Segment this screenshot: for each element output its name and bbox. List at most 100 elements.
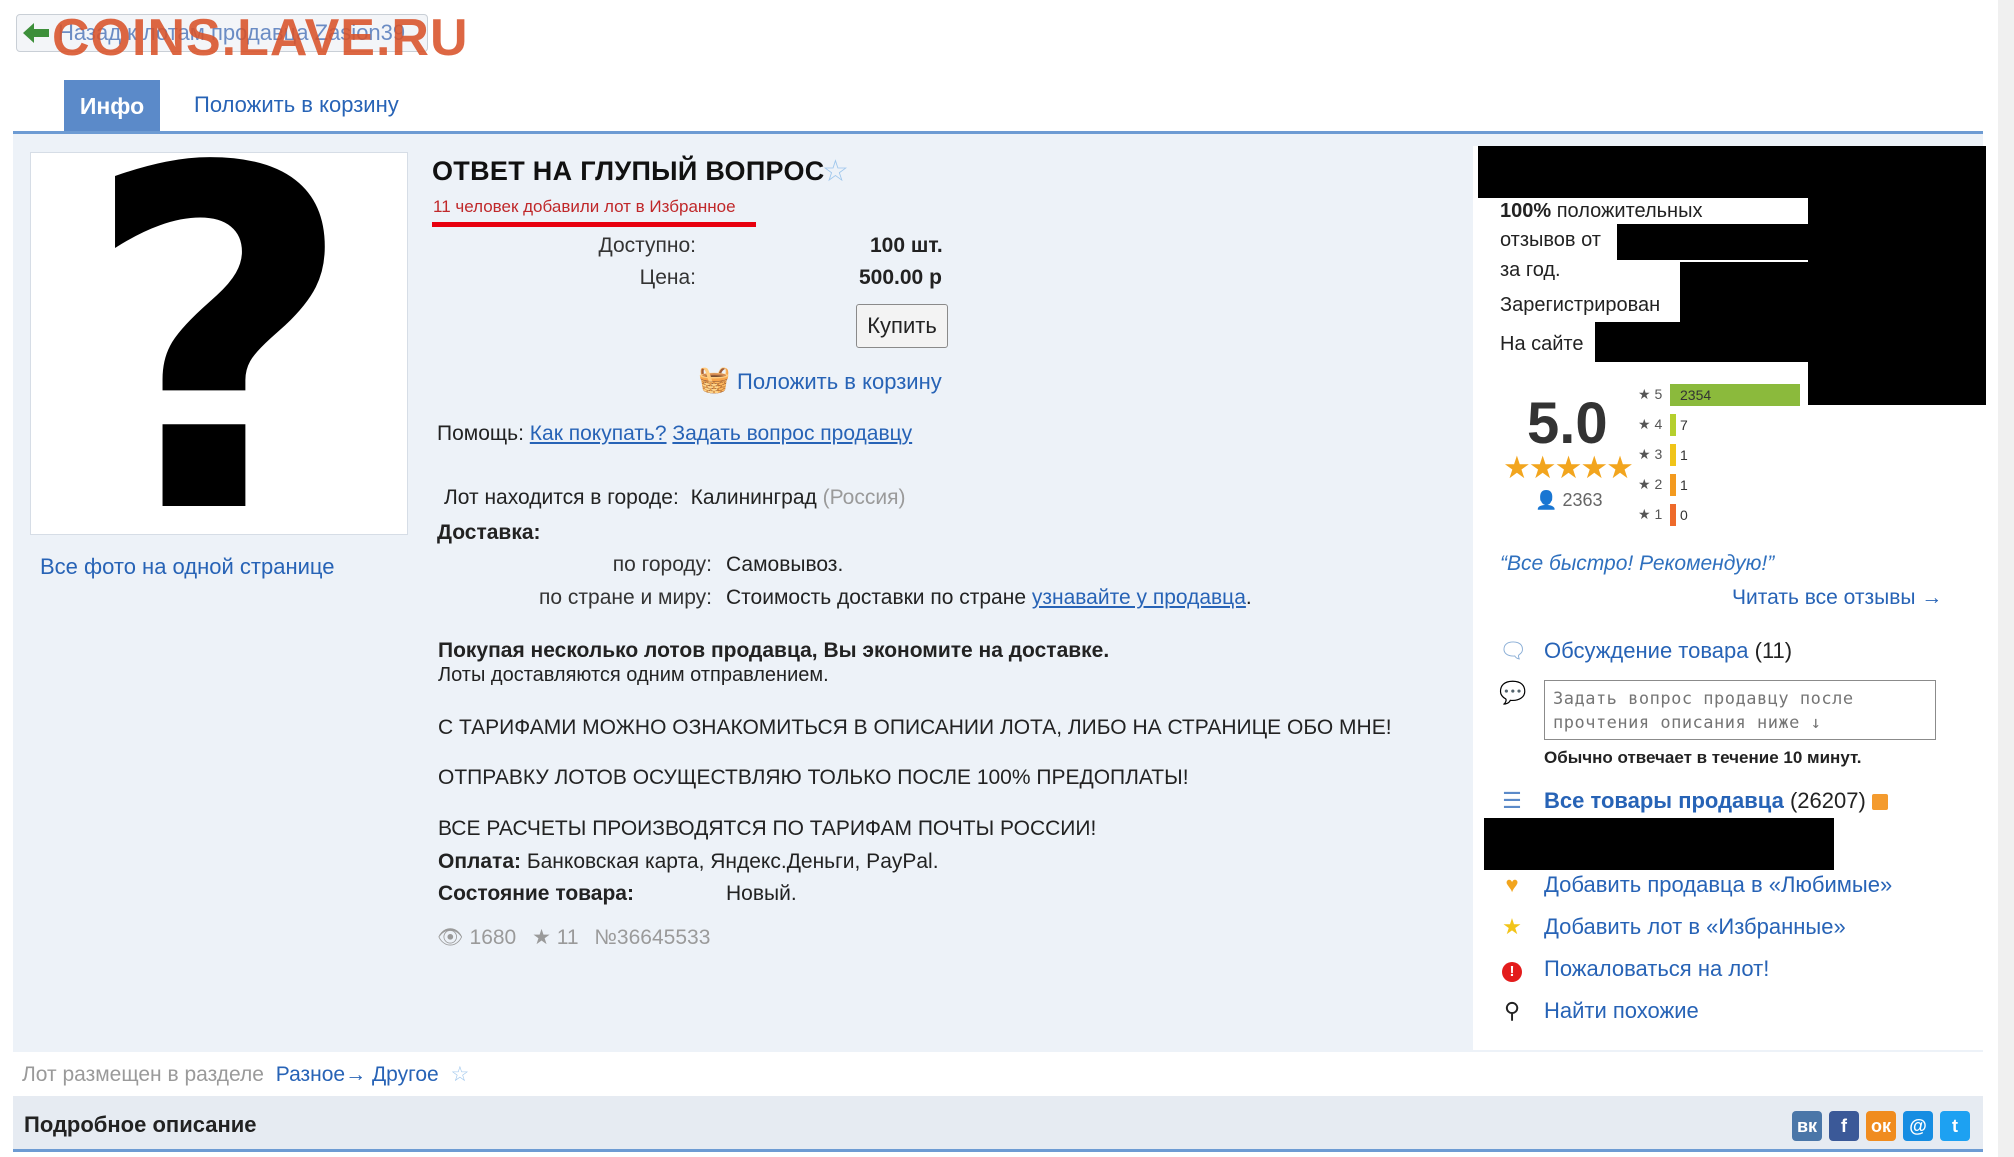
redacted-seller-name	[1478, 146, 1986, 198]
delivery-world-label: по стране и миру:	[539, 586, 712, 609]
scrollbar[interactable]	[1998, 0, 2014, 1157]
payment-value: Банковская карта, Яндекс.Деньги, PayPal.	[526, 850, 939, 873]
facebook-icon[interactable]: f	[1829, 1111, 1859, 1141]
positive-pct: 100%	[1500, 200, 1552, 222]
buy-button[interactable]: Купить	[856, 304, 948, 348]
twitter-icon[interactable]: t	[1940, 1111, 1970, 1141]
favorite-star-icon[interactable]: ☆	[822, 154, 849, 189]
search-icon: ⚲	[1503, 998, 1521, 1023]
all-photos-link[interactable]: Все фото на одной странице	[40, 554, 335, 580]
rating-stars: ★★★★★	[1503, 450, 1634, 485]
heart-icon: ♥	[1505, 872, 1519, 897]
featured-review[interactable]: “Все быстро! Рекомендую!”	[1500, 552, 1774, 576]
rating-row-count: 2354	[1680, 387, 1712, 403]
rating-row-count: 1	[1680, 477, 1688, 493]
discussion-link[interactable]: Обсуждение товара	[1544, 638, 1749, 663]
category-label: Лот размещен в разделе	[22, 1063, 264, 1086]
odnoklassniki-icon[interactable]: ок	[1866, 1111, 1896, 1141]
delivery-world-end: .	[1245, 586, 1252, 609]
notice-tariffs: С ТАРИФАМИ МОЖНО ОЗНАКОМИТЬСЯ В ОПИСАНИИ…	[438, 716, 1392, 739]
price-label: Цена:	[639, 266, 696, 289]
vk-icon[interactable]: вк	[1792, 1111, 1822, 1141]
country-value: (Россия)	[822, 486, 906, 509]
eye-icon: 👁	[437, 926, 464, 949]
redacted-seller-info	[1808, 198, 1986, 405]
rating-row-label: ★ 1	[1638, 506, 1663, 522]
rating-bar	[1670, 504, 1676, 526]
redacted-registered	[1680, 262, 1810, 322]
redacted-seller-extra	[1484, 818, 1834, 870]
delivery-city-label: по городу:	[612, 553, 712, 576]
add-seller-favorite-link[interactable]: Добавить продавца в «Любимые»	[1544, 872, 1892, 898]
rating-row-count: 7	[1680, 417, 1688, 433]
views-count: 1680	[469, 926, 517, 949]
basket-icon[interactable]: 🧺	[698, 364, 730, 395]
positive-text: положительных	[1556, 200, 1703, 222]
category-star-icon[interactable]: ☆	[451, 1063, 470, 1086]
rss-icon[interactable]	[1871, 794, 1888, 811]
price-value: 500.00 р	[859, 266, 942, 289]
all-items-count: (26207)	[1789, 788, 1866, 813]
delivery-label: Доставка:	[437, 521, 541, 544]
registered: Зарегистрирован	[1500, 294, 1661, 316]
add-to-cart-link[interactable]: Положить в корзину	[737, 369, 942, 395]
lot-stats: 👁 1680 ★ 11 №36645533	[437, 925, 710, 950]
payment-label: Оплата:	[438, 850, 521, 873]
how-to-buy-link[interactable]: Как покупать?	[530, 422, 667, 445]
description-bar	[13, 1096, 1983, 1152]
star-icon: ★	[1502, 914, 1522, 939]
rating-row-label: ★ 5	[1638, 386, 1663, 402]
back-arrow-icon	[23, 23, 49, 43]
rating-value: 5.0	[1527, 391, 1608, 456]
rating-row-label: ★ 2	[1638, 476, 1663, 492]
user-icon: 👤	[1535, 490, 1558, 510]
list-icon: ☰	[1502, 788, 1522, 813]
rating-bar	[1670, 444, 1676, 466]
delivery-city-value: Самовывоз.	[726, 553, 844, 576]
category-arrow: →	[345, 1063, 367, 1086]
favs-count: 11	[556, 926, 579, 949]
available-label: Доступно:	[598, 234, 696, 257]
find-similar-link[interactable]: Найти похожие	[1544, 998, 1699, 1024]
reply-time: Обычно отвечает в течение 10 минут.	[1544, 748, 1862, 767]
rating-row-count: 1	[1680, 447, 1688, 463]
reviews-from: отзывов от	[1500, 229, 1601, 251]
question-mark-image: ?	[82, 69, 356, 617]
discussion-count: (11)	[1754, 638, 1793, 663]
add-lot-favorite-link[interactable]: Добавить лот в «Избранные»	[1544, 914, 1846, 940]
rating-row-label: ★ 4	[1638, 416, 1663, 432]
delivery-world-value: Стоимость доставки по стране	[726, 586, 1027, 609]
condition-label: Состояние товара:	[438, 882, 634, 905]
rating-bar	[1670, 474, 1676, 496]
watermark: COINS.LAVE.RU	[52, 9, 469, 67]
red-underline-mark	[432, 222, 756, 227]
help-label: Помощь:	[437, 422, 524, 445]
favorites-note: 11 человек добавили лот в Избранное	[433, 197, 736, 216]
alert-icon: !	[1499, 956, 1525, 982]
saving-note: Лоты доставляются одним отправлением.	[438, 664, 829, 686]
city-label: Лот находится в городе:	[444, 486, 679, 509]
star-icon: ★	[532, 926, 551, 949]
description-title: Подробное описание	[24, 1112, 257, 1137]
city-value: Калининград	[690, 486, 817, 509]
ask-seller-shipping-link[interactable]: узнавайте у продавца	[1032, 586, 1246, 609]
lot-number: №36645533	[594, 926, 711, 949]
redacted-review-count	[1617, 224, 1809, 260]
chat-bubble-icon: 💬	[1499, 680, 1527, 705]
ask-seller-input[interactable]	[1544, 680, 1936, 740]
condition-value: Новый.	[726, 882, 797, 905]
mailru-icon[interactable]: @	[1903, 1111, 1933, 1141]
notice-post: ВСЕ РАСЧЕТЫ ПРОИЗВОДЯТСЯ ПО ТАРИФАМ ПОЧТ…	[438, 817, 1097, 840]
votes-count: 👤 2363	[1535, 490, 1602, 511]
ask-seller-link[interactable]: Задать вопрос продавцу	[672, 422, 912, 445]
all-seller-items-link[interactable]: Все товары продавца	[1544, 788, 1784, 813]
read-all-reviews-link[interactable]: Читать все отзывы →	[1732, 586, 1942, 610]
votes-value: 2363	[1562, 490, 1603, 510]
rating-bar	[1670, 414, 1676, 436]
notice-prepayment: ОТПРАВКУ ЛОТОВ ОСУЩЕСТВЛЯЮ ТОЛЬКО ПОСЛЕ …	[438, 766, 1189, 789]
category-link-other[interactable]: Другое	[372, 1063, 439, 1086]
rating-row-label: ★ 3	[1638, 446, 1663, 462]
complain-link[interactable]: Пожаловаться на лот!	[1544, 956, 1769, 982]
rating-row-count: 0	[1680, 507, 1688, 523]
category-link-misc[interactable]: Разное	[276, 1063, 345, 1086]
